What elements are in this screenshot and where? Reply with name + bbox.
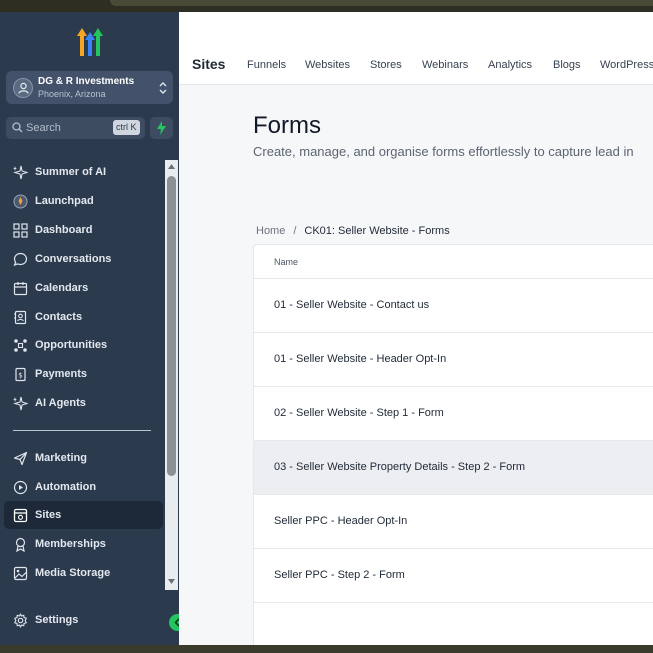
user-icon (18, 82, 29, 94)
quick-actions-button[interactable] (150, 117, 173, 139)
sidebar-item-marketing[interactable]: Marketing (4, 444, 163, 472)
send-icon (13, 451, 28, 466)
contacts-icon (14, 310, 27, 325)
sidebar-item-label: Dashboard (35, 224, 93, 236)
sidebar-item-sites[interactable]: Sites (4, 501, 163, 529)
sidebar-item-label: Sites (35, 509, 62, 521)
page-title: Forms (253, 112, 321, 139)
tab-analytics[interactable]: Analytics (488, 59, 532, 71)
lightning-icon (157, 121, 166, 135)
search-bar[interactable]: Search ctrl K (6, 117, 145, 139)
sidebar-item-automation[interactable]: Automation (4, 473, 163, 501)
account-switcher[interactable]: DG & R Investments Phoenix, Arizona (6, 71, 173, 104)
account-avatar (13, 78, 33, 98)
sidebar-item-label: Calendars (35, 282, 89, 294)
grid-icon (13, 223, 28, 238)
sidebar-item-ai-agents[interactable]: AI Agents (4, 389, 163, 417)
window-frame-strip (110, 0, 653, 6)
sidebar-item-label: AI Agents (35, 397, 86, 409)
row-name[interactable]: Seller PPC - Step 2 - Form (274, 569, 405, 581)
table-row[interactable]: Seller PPC - Step 2 - Form (254, 549, 653, 603)
tab-websites[interactable]: Websites (305, 59, 350, 71)
sidebar-item-payments[interactable]: $ Payments (4, 360, 163, 388)
sidebar-item-summer-of-ai[interactable]: Summer of AI (4, 158, 163, 186)
automation-icon (13, 480, 28, 495)
account-name: DG & R Investments (38, 76, 135, 87)
rocket-icon (13, 194, 28, 209)
scroll-up-icon[interactable] (167, 162, 176, 170)
main-content: Sites Funnels Websites Stores Webinars A… (179, 12, 653, 653)
sidebar-scrollbar-thumb[interactable] (167, 176, 176, 476)
svg-text:$: $ (18, 372, 22, 380)
app-logo (77, 28, 103, 56)
payments-icon: $ (15, 367, 26, 382)
sidebar-item-contacts[interactable]: Contacts (4, 303, 163, 331)
window-frame-bottom (0, 645, 653, 653)
sidebar-item-opportunities[interactable]: Opportunities (4, 331, 163, 359)
sidebar-item-memberships[interactable]: Memberships (4, 530, 163, 558)
table-row[interactable]: 01 - Seller Website - Header Opt-In (254, 333, 653, 387)
sidebar-item-label: Opportunities (35, 339, 108, 351)
sidebar-item-label: Memberships (35, 538, 106, 550)
table-row[interactable]: 01 - Seller Website - Contact us (254, 279, 653, 333)
gear-icon (14, 613, 27, 628)
row-name[interactable]: 01 - Seller Website - Header Opt-In (274, 353, 446, 365)
row-name[interactable]: 02 - Seller Website - Step 1 - Form (274, 407, 444, 419)
breadcrumb-separator: / (293, 225, 297, 237)
sparkle-icon (13, 396, 28, 411)
calendar-icon (13, 282, 28, 296)
scroll-down-icon[interactable] (167, 578, 176, 586)
sidebar-item-label: Settings (35, 614, 79, 626)
tab-webinars[interactable]: Webinars (422, 59, 468, 71)
sidebar-divider (13, 430, 151, 431)
tab-funnels[interactable]: Funnels (247, 59, 286, 71)
breadcrumb-current: CK01: Seller Website - Forms (304, 225, 450, 237)
sidebar-item-settings[interactable]: Settings (4, 606, 163, 634)
account-location: Phoenix, Arizona (38, 89, 106, 99)
page-subtitle: Create, manage, and organise forms effor… (253, 144, 634, 159)
sidebar-item-label: Conversations (35, 253, 112, 265)
window-frame-top (0, 0, 653, 12)
sidebar-item-launchpad[interactable]: Launchpad (4, 187, 163, 215)
chat-icon (13, 252, 28, 266)
search-icon (12, 122, 23, 133)
row-name[interactable]: 03 - Seller Website Property Details - S… (274, 461, 525, 473)
sidebar-item-label: Contacts (35, 311, 83, 323)
sidebar-item-label: Launchpad (35, 195, 94, 207)
breadcrumb: Home / CK01: Seller Website - Forms (256, 225, 450, 237)
opportunities-icon (14, 339, 27, 352)
sidebar-item-label: Media Storage (35, 567, 111, 579)
column-header-name[interactable]: Name (274, 257, 298, 267)
sidebar-item-dashboard[interactable]: Dashboard (4, 216, 163, 244)
table-row[interactable]: 03 - Seller Website Property Details - S… (254, 441, 653, 495)
sites-icon (13, 508, 28, 523)
image-icon (13, 566, 28, 581)
table-row[interactable]: Seller PPC - Header Opt-In (254, 495, 653, 549)
sidebar-item-label: Payments (35, 368, 87, 380)
breadcrumb-home[interactable]: Home (256, 225, 285, 237)
table-row[interactable]: 02 - Seller Website - Step 1 - Form (254, 387, 653, 441)
chevron-updown-icon (159, 82, 167, 94)
forms-table: Name 01 - Seller Website - Contact us 01… (253, 244, 653, 653)
search-shortcut-badge: ctrl K (113, 120, 140, 135)
section-title: Sites (192, 56, 226, 72)
sidebar-item-label: Automation (35, 481, 97, 493)
tab-stores[interactable]: Stores (370, 59, 402, 71)
search-placeholder: Search (26, 122, 61, 134)
tab-blogs[interactable]: Blogs (553, 59, 581, 71)
sparkle-icon (13, 165, 28, 180)
sidebar: DG & R Investments Phoenix, Arizona Sear… (0, 12, 186, 645)
sidebar-item-calendars[interactable]: Calendars (4, 274, 163, 302)
award-icon (15, 537, 26, 552)
sidebar-item-conversations[interactable]: Conversations (4, 245, 163, 273)
tab-wordpress[interactable]: WordPress (600, 59, 653, 71)
sidebar-item-media-storage[interactable]: Media Storage (4, 559, 163, 587)
sidebar-item-label: Marketing (35, 452, 87, 464)
row-name[interactable]: 01 - Seller Website - Contact us (274, 299, 429, 311)
sidebar-item-label: Summer of AI (35, 166, 107, 178)
table-header: Name (254, 245, 653, 279)
row-name[interactable]: Seller PPC - Header Opt-In (274, 515, 407, 527)
top-nav-bar: Sites Funnels Websites Stores Webinars A… (179, 12, 653, 85)
